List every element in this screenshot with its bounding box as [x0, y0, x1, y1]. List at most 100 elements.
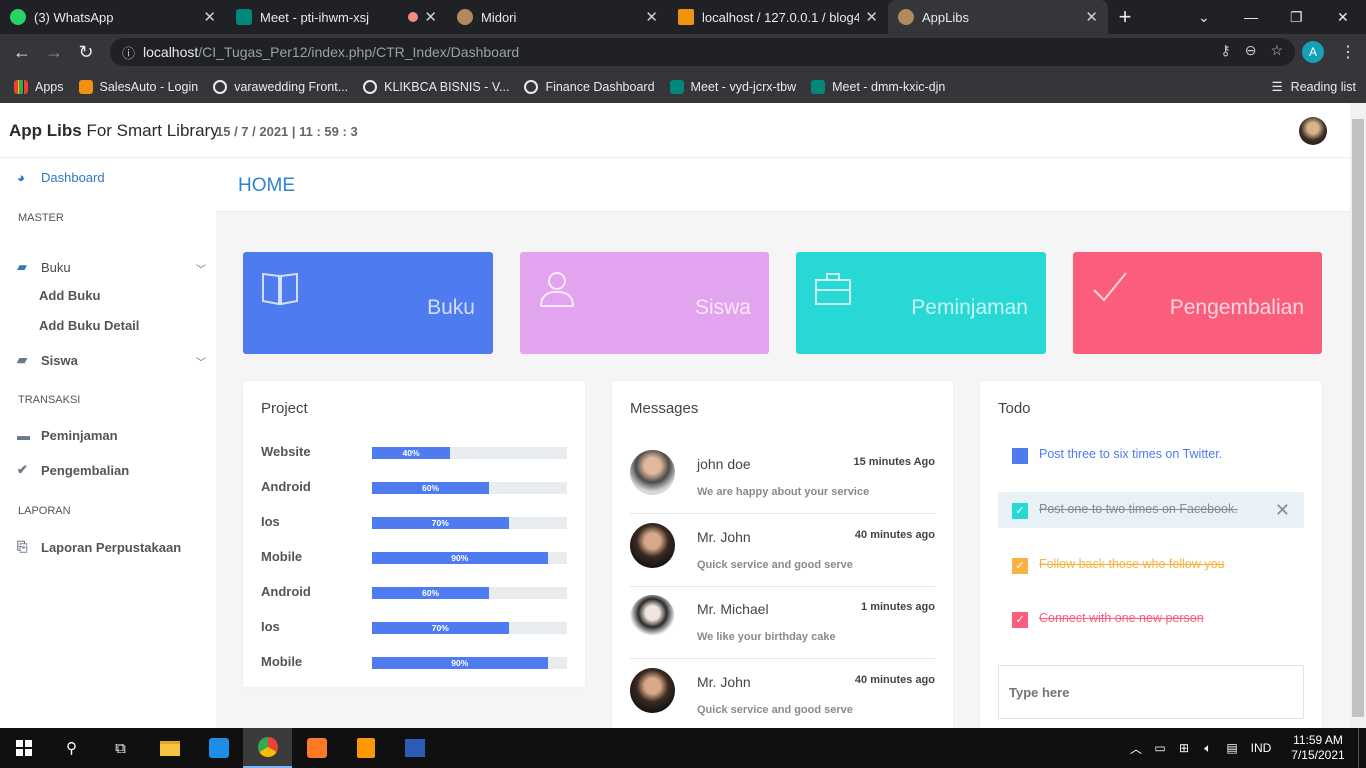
sidebar-item-peminjaman[interactable]: ▬ Peminjaman	[17, 428, 118, 443]
close-icon[interactable]: ✕	[1085, 8, 1098, 26]
tab-applibs[interactable]: AppLibs ✕	[888, 0, 1108, 34]
message-item[interactable]: Mr. John 40 minutes ago Quick service an…	[630, 660, 935, 728]
chevron-down-icon[interactable]: ﹀	[196, 261, 206, 276]
card-buku[interactable]: Buku	[243, 252, 493, 354]
sublime-text-icon[interactable]	[341, 728, 390, 768]
volume-icon[interactable]: 🔈︎	[1196, 741, 1220, 756]
close-icon[interactable]: ✕	[1275, 500, 1290, 521]
window-close-button[interactable]: ✕	[1337, 0, 1349, 34]
message-item[interactable]: john doe 15 minutes Ago We are happy abo…	[630, 442, 935, 514]
chrome-icon[interactable]	[243, 728, 292, 768]
key-icon[interactable]: ⚷	[1220, 42, 1230, 59]
tab-midori[interactable]: Midori ✕	[447, 0, 668, 34]
sidebar-item-add-buku[interactable]: Add Buku	[39, 288, 100, 303]
progress-track: 70%	[372, 517, 567, 529]
user-avatar[interactable]	[1299, 117, 1327, 145]
page-scrollbar[interactable]	[1350, 103, 1366, 728]
todo-item[interactable]: ✓ Connect with one new person	[998, 601, 1304, 637]
reload-button[interactable]: ↻	[70, 42, 102, 63]
checkbox[interactable]	[1012, 448, 1028, 464]
network-icon[interactable]: ⊞	[1172, 741, 1196, 755]
tab-whatsapp[interactable]: (3) WhatsApp ✕	[0, 0, 226, 34]
menu-icon[interactable]: ⋮	[1340, 42, 1356, 62]
close-icon[interactable]: ✕	[424, 8, 437, 26]
todo-item[interactable]: ✓ Post one to two times on Facebook. ✕	[998, 492, 1304, 528]
close-icon[interactable]: ✕	[645, 8, 658, 26]
bookmark-meet-2[interactable]: Meet - dmm-kxic-djn	[811, 79, 945, 94]
tab-search-icon[interactable]: ⌄	[1198, 0, 1216, 34]
checkbox[interactable]: ✓	[1012, 558, 1028, 574]
profile-avatar[interactable]: A	[1302, 41, 1324, 63]
sidebar-item-dashboard[interactable]: ◕ Dashboard	[17, 170, 105, 185]
search-icon[interactable]: ⚲	[47, 728, 96, 768]
message-sender: Mr. John	[697, 529, 751, 545]
browser-toolbar: ← → ↻ ⓘ localhost/CI_Tugas_Per12/index.p…	[0, 34, 1366, 70]
taskbar-clock[interactable]: 11:59 AM 7/15/2021	[1278, 733, 1358, 763]
checkbox[interactable]: ✓	[1012, 612, 1028, 628]
tab-phpmyadmin[interactable]: localhost / 127.0.0.1 / blog4 / ✕	[668, 0, 888, 34]
minimize-button[interactable]: —	[1244, 0, 1258, 34]
instagram-icon[interactable]	[194, 728, 243, 768]
globe-icon	[524, 79, 539, 94]
todo-input[interactable]	[998, 665, 1304, 719]
sidebar-item-buku[interactable]: ▰ Buku	[17, 259, 71, 275]
xampp-icon[interactable]	[292, 728, 341, 768]
bookmark-meet-1[interactable]: Meet - vyd-jcrx-tbw	[669, 79, 796, 94]
progress-bar: 60%	[372, 482, 489, 494]
info-icon[interactable]: ⓘ	[122, 43, 135, 62]
forward-button[interactable]: →	[38, 42, 70, 63]
bookmark-apps[interactable]: Apps	[14, 79, 64, 94]
close-icon[interactable]: ✕	[865, 8, 878, 26]
task-view-icon[interactable]: ⧉	[96, 728, 145, 768]
url-path: /CI_Tugas_Per12/index.php/CTR_Index/Dash…	[198, 44, 520, 60]
chevron-up-icon[interactable]: ︿	[1124, 740, 1148, 757]
file-explorer-icon[interactable]	[145, 728, 194, 768]
battery-icon[interactable]: ▭	[1148, 741, 1172, 755]
reading-list-label: Reading list	[1290, 79, 1356, 94]
chevron-down-icon[interactable]: ﹀	[196, 354, 206, 369]
card-label: Peminjaman	[911, 296, 1028, 319]
windows-start-icon[interactable]	[0, 728, 47, 768]
language-indicator[interactable]: IND	[1244, 741, 1278, 755]
message-item[interactable]: Mr. Michael 1 minutes ago We like your b…	[630, 587, 935, 659]
apps-grid-icon	[14, 79, 28, 94]
globe-icon	[363, 79, 378, 94]
meet-icon	[236, 9, 252, 25]
card-pengembalian[interactable]: Pengembalian	[1073, 252, 1322, 354]
bookmark-label: SalesAuto - Login	[99, 79, 199, 94]
back-button[interactable]: ←	[6, 42, 38, 63]
reading-list-button[interactable]: ☰ Reading list	[1271, 79, 1356, 95]
close-icon[interactable]: ✕	[203, 8, 216, 26]
todo-item[interactable]: Post three to six times on Twitter.	[998, 437, 1304, 473]
address-bar[interactable]: ⓘ localhost/CI_Tugas_Per12/index.php/CTR…	[110, 38, 1295, 66]
scrollbar-thumb[interactable]	[1352, 119, 1364, 717]
card-peminjaman[interactable]: Peminjaman	[796, 252, 1046, 354]
tab-label: localhost / 127.0.0.1 / blog4 /	[702, 9, 860, 25]
progress-bar: 70%	[372, 622, 509, 634]
header-clock: 15 / 7 / 2021 | 11 : 59 : 3	[216, 124, 358, 139]
meet-icon	[669, 79, 684, 94]
message-item[interactable]: Mr. John 40 minutes ago Quick service an…	[630, 515, 935, 587]
bookmark-klikbca[interactable]: KLIKBCA BISNIS - V...	[363, 79, 509, 94]
page-title: HOME	[238, 175, 295, 196]
maximize-button[interactable]: ❐	[1290, 0, 1303, 34]
bookmark-varawedding[interactable]: varawedding Front...	[213, 79, 348, 94]
card-siswa[interactable]: Siswa	[520, 252, 769, 354]
word-icon[interactable]	[390, 728, 439, 768]
todo-item[interactable]: ✓ Follow back those who follow you	[998, 547, 1304, 583]
sidebar-item-laporan-perpustakaan[interactable]: ⎘ Laporan Perpustakaan	[17, 539, 181, 555]
bookmark-star-icon[interactable]: ☆	[1270, 42, 1283, 59]
sidebar-item-siswa[interactable]: ▰ Siswa	[17, 352, 78, 368]
show-desktop-button[interactable]	[1358, 728, 1366, 768]
notes-icon[interactable]: ▤	[1220, 741, 1244, 755]
checkbox[interactable]: ✓	[1012, 503, 1028, 519]
bookmark-finance[interactable]: Finance Dashboard	[524, 79, 655, 94]
sidebar-item-add-buku-detail[interactable]: Add Buku Detail	[39, 318, 139, 333]
zoom-icon[interactable]: ⊖	[1245, 42, 1257, 59]
new-tab-button[interactable]: +	[1108, 0, 1142, 34]
tab-meet[interactable]: Meet - pti-ihwm-xsj ✕	[226, 0, 447, 34]
sidebar-item-pengembalian[interactable]: ✔ Pengembalian	[17, 462, 129, 478]
message-text: Quick service and good serve	[697, 559, 853, 571]
bookmark-salesauto[interactable]: SalesAuto - Login	[78, 79, 199, 94]
divider	[630, 513, 935, 514]
